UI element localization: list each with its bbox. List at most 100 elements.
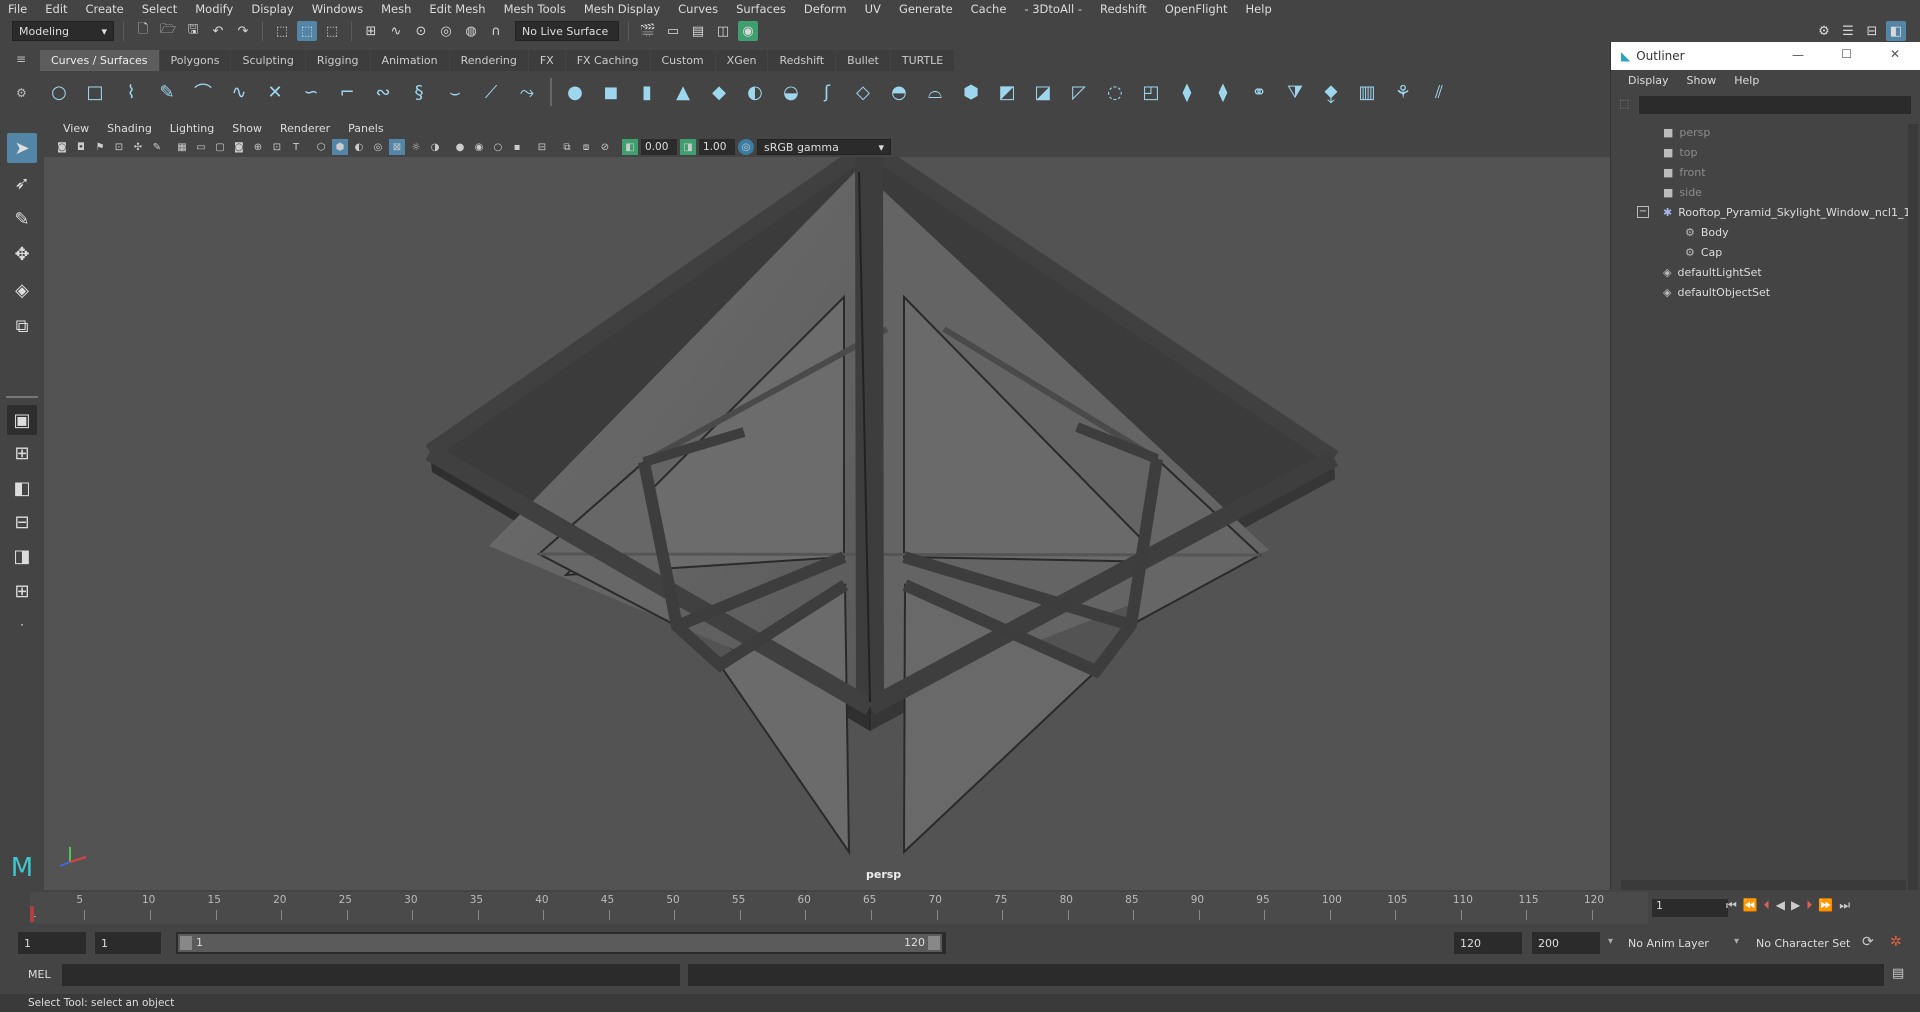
exposure-icon[interactable]: ◧ bbox=[622, 139, 638, 155]
sculpt-tool-icon[interactable]: ⚘ bbox=[1390, 79, 1416, 105]
go-to-end-icon[interactable]: ⏭ bbox=[1839, 898, 1850, 913]
step-back-key-icon[interactable]: ⏪ bbox=[1743, 898, 1758, 913]
motion-blur-icon[interactable]: ◉ bbox=[471, 139, 487, 155]
command-language-label[interactable]: MEL bbox=[28, 968, 51, 981]
select-object-icon[interactable]: ⬚ bbox=[297, 21, 317, 41]
xray-icon[interactable]: ⧉ bbox=[559, 139, 575, 155]
shelf-tab-xgen[interactable]: XGen bbox=[715, 50, 768, 71]
auto-key-icon[interactable]: ⟳ bbox=[1862, 934, 1874, 950]
menu-item-display[interactable]: Display bbox=[242, 2, 302, 16]
outliner-item[interactable]: ■ side bbox=[1663, 182, 1702, 202]
menu-item-3dtoall[interactable]: - 3DtoAll - bbox=[1015, 2, 1091, 16]
tool-settings-icon[interactable]: ⊟ bbox=[1862, 21, 1882, 41]
shelf-tab-rendering[interactable]: Rendering bbox=[449, 50, 528, 71]
extrude-icon[interactable]: ◓ bbox=[886, 79, 912, 105]
color-management-icon[interactable]: ◎ bbox=[738, 139, 754, 155]
shelf-tab-redshift[interactable]: Redshift bbox=[768, 50, 836, 71]
shelf-tab-sculpting[interactable]: Sculpting bbox=[231, 50, 305, 71]
persp-uv-layout-icon[interactable]: ⊞ bbox=[7, 576, 37, 606]
ep-curve-icon[interactable]: ⌇ bbox=[118, 79, 144, 105]
snap-magnet-icon[interactable]: ∩ bbox=[486, 21, 506, 41]
persp-outliner-layout-icon[interactable]: ◧ bbox=[7, 473, 37, 503]
viewport-menu-view[interactable]: View bbox=[54, 122, 98, 135]
nurbs-cube-icon[interactable]: ◼ bbox=[598, 79, 624, 105]
time-slider[interactable]: 1510152025303540455055606570758085909510… bbox=[0, 890, 1920, 928]
snap-grid-icon[interactable]: ⊞ bbox=[361, 21, 381, 41]
menu-item-mesh-tools[interactable]: Mesh Tools bbox=[495, 2, 575, 16]
revolve-icon[interactable]: ◒ bbox=[778, 79, 804, 105]
outliner-item[interactable]: ◈ defaultObjectSet bbox=[1663, 282, 1770, 302]
outliner-item[interactable]: ⚙ Cap bbox=[1685, 242, 1722, 262]
default-material-icon[interactable]: ◐ bbox=[351, 139, 367, 155]
menu-item-create[interactable]: Create bbox=[77, 2, 133, 16]
menu-item-redshift[interactable]: Redshift bbox=[1091, 2, 1156, 16]
open-close-icon[interactable]: ⚭ bbox=[1246, 79, 1272, 105]
live-surface-field[interactable]: No Live Surface bbox=[515, 21, 619, 41]
fillet-curve-icon[interactable]: ⌣ bbox=[442, 79, 468, 105]
gamma-field[interactable]: 1.00 bbox=[699, 139, 735, 155]
anti-aliasing-icon[interactable]: ○ bbox=[490, 139, 506, 155]
xray-components-icon[interactable]: ⊘ bbox=[597, 139, 613, 155]
maximize-icon[interactable]: ☐ bbox=[1841, 47, 1852, 61]
viewport-persp[interactable]: persp bbox=[44, 157, 1610, 890]
nurbs-square-icon[interactable]: □ bbox=[82, 79, 108, 105]
script-editor-icon[interactable]: ▤ bbox=[1892, 966, 1904, 981]
playback-end-field[interactable]: 120 bbox=[1454, 932, 1522, 954]
shelf-tab-bullet[interactable]: Bullet bbox=[836, 50, 890, 71]
outliner-item[interactable]: ■ front bbox=[1663, 162, 1706, 182]
animation-end-field[interactable]: 200 bbox=[1532, 932, 1600, 954]
outliner-menu-show[interactable]: Show bbox=[1678, 74, 1726, 87]
chevron-down-icon[interactable]: ▾ bbox=[1734, 936, 1739, 947]
resolution-gate-icon[interactable]: ▢ bbox=[212, 139, 228, 155]
four-view-icon[interactable]: ⊞ bbox=[7, 438, 37, 468]
step-forward-key-icon[interactable]: ⏩ bbox=[1818, 898, 1833, 913]
shelf-tab-fx-caching[interactable]: FX Caching bbox=[565, 50, 650, 71]
paint-select-icon[interactable]: ✎ bbox=[7, 204, 37, 234]
shelf-settings-icon[interactable]: ⚙ bbox=[16, 86, 30, 100]
select-tool-icon[interactable]: ➤ bbox=[7, 133, 37, 163]
boundary-icon[interactable]: ◩ bbox=[994, 79, 1020, 105]
extend-surface-icon[interactable]: ⧪ bbox=[1318, 79, 1344, 105]
toolbox-more-icon[interactable]: · bbox=[7, 610, 37, 640]
rotate-tool-icon[interactable]: ◈ bbox=[7, 275, 37, 305]
hypershade-icon[interactable]: ◫ bbox=[713, 21, 733, 41]
shelf-tab-curves-surfaces[interactable]: Curves / Surfaces bbox=[40, 50, 159, 71]
shelf-tab-turtle[interactable]: TURTLE bbox=[890, 50, 955, 71]
play-forwards-icon[interactable]: ▶ bbox=[1791, 898, 1800, 913]
smooth-shade-icon[interactable]: ⬢ bbox=[332, 139, 348, 155]
pencil-curve-icon[interactable]: ✎ bbox=[154, 79, 180, 105]
step-back-frame-icon[interactable]: ⏴ bbox=[1764, 898, 1770, 913]
collapse-icon[interactable]: − bbox=[1637, 206, 1649, 218]
grease-pencil-icon[interactable]: ✎ bbox=[149, 139, 165, 155]
attach-surfaces-icon[interactable]: ⧫ bbox=[1174, 79, 1200, 105]
attach-curve-icon[interactable]: ⌐ bbox=[334, 79, 360, 105]
filter-icon[interactable]: ⬚ bbox=[1619, 97, 1633, 113]
surface-editing-icon[interactable]: ⫽ bbox=[1426, 79, 1452, 105]
playback-start-field[interactable]: 1 bbox=[95, 932, 161, 954]
menu-item-curves[interactable]: Curves bbox=[669, 2, 727, 16]
wireframe-icon[interactable]: ⬡ bbox=[313, 139, 329, 155]
persp-graph-layout-icon[interactable]: ⊟ bbox=[7, 507, 37, 537]
camera-attributes-icon[interactable]: ◘ bbox=[73, 139, 89, 155]
render-settings-icon[interactable]: ▤ bbox=[688, 21, 708, 41]
square-surface-icon[interactable]: ◪ bbox=[1030, 79, 1056, 105]
2d-pan-zoom-icon[interactable]: ✣ bbox=[130, 139, 146, 155]
viewport-menu-panels[interactable]: Panels bbox=[339, 122, 392, 135]
shelf-tab-rigging[interactable]: Rigging bbox=[305, 50, 370, 71]
single-perspective-view-icon[interactable]: ▣ bbox=[7, 405, 37, 435]
bezier-curve-icon[interactable]: ⌒ bbox=[190, 79, 216, 105]
menu-item-uv[interactable]: UV bbox=[856, 2, 890, 16]
rebuild-surface-icon[interactable]: ▥ bbox=[1354, 79, 1380, 105]
xray-joints-icon[interactable]: ⧈ bbox=[578, 139, 594, 155]
cv-curve-icon[interactable]: ∿ bbox=[226, 79, 252, 105]
undo-icon[interactable]: ↶ bbox=[208, 21, 228, 41]
menu-item-generate[interactable]: Generate bbox=[890, 2, 962, 16]
viewport-menu-renderer[interactable]: Renderer bbox=[271, 122, 339, 135]
attribute-editor-icon[interactable]: ☰ bbox=[1838, 21, 1858, 41]
menu-item-select[interactable]: Select bbox=[133, 2, 186, 16]
outliner-horizontal-scrollbar[interactable] bbox=[1621, 880, 1906, 890]
select-hierarchy-icon[interactable]: ⬚ bbox=[272, 21, 292, 41]
menu-item-openflight[interactable]: OpenFlight bbox=[1156, 2, 1237, 16]
menu-item-modify[interactable]: Modify bbox=[186, 2, 242, 16]
outliner-menu-display[interactable]: Display bbox=[1619, 74, 1678, 87]
